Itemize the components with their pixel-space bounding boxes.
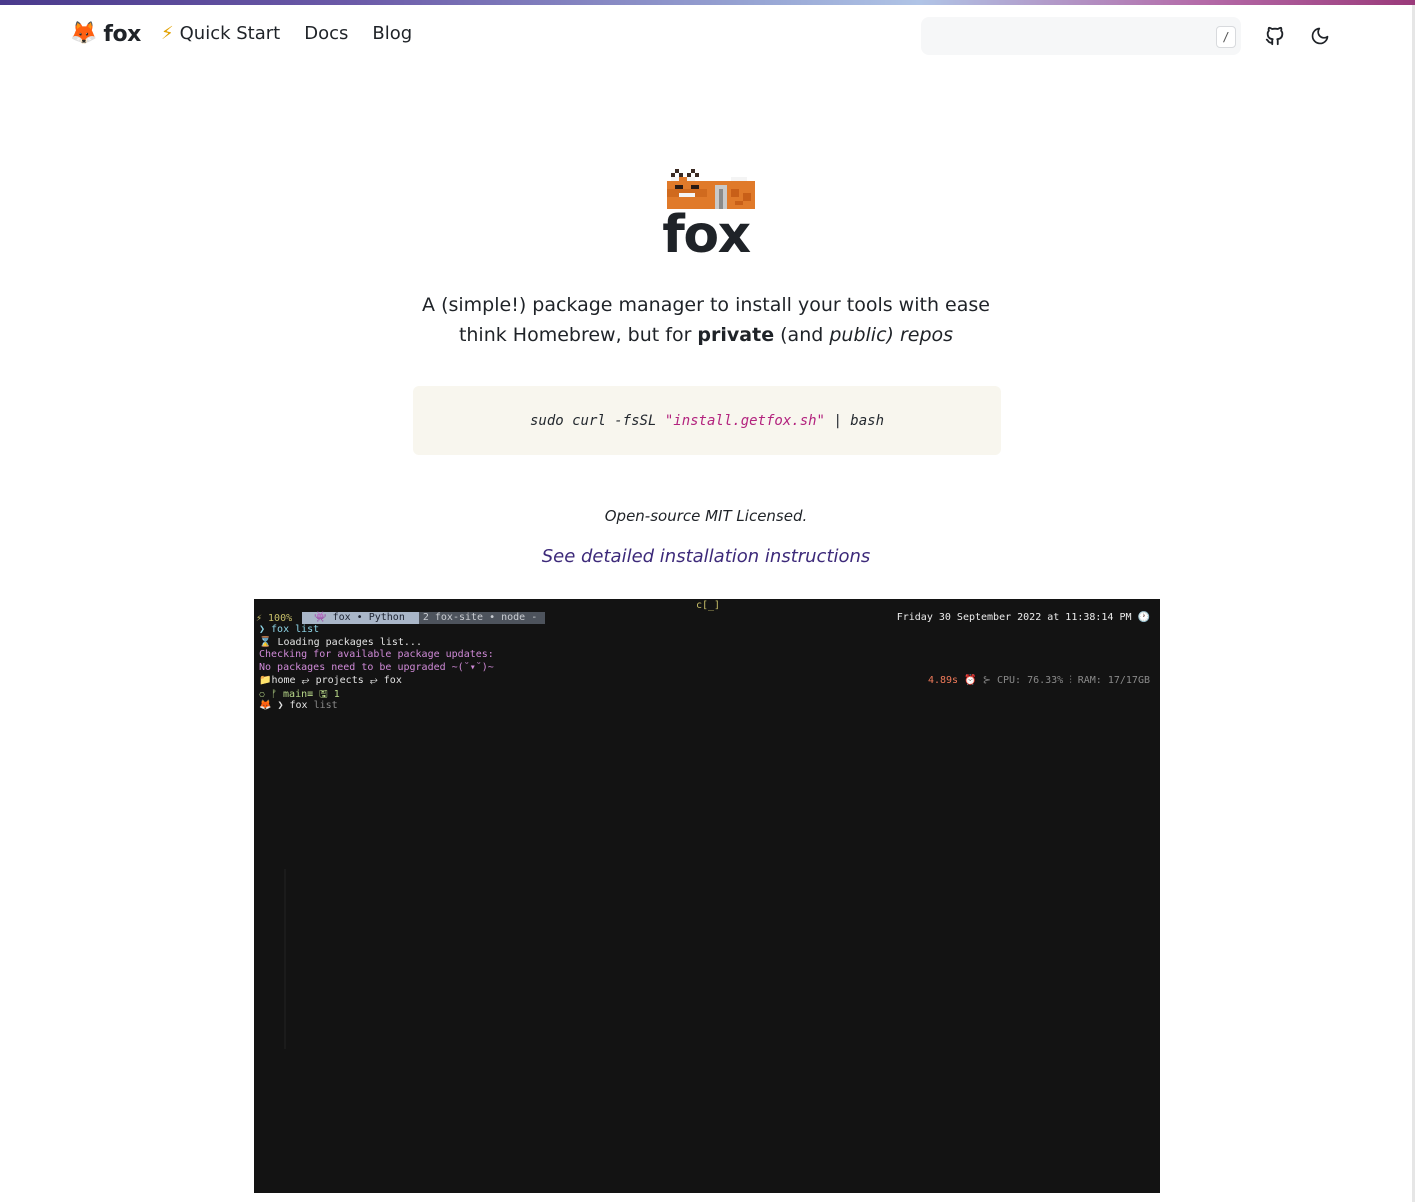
install-command[interactable]: sudo curl -fsSL "install.getfox.sh" | ba… bbox=[413, 386, 1001, 455]
tagline-line-1: A (simple!) package manager to install y… bbox=[422, 294, 990, 316]
terminal-tab-inactive: 2 fox-site • node - bbox=[418, 612, 546, 624]
brand-logo-link[interactable]: 🦊 fox bbox=[70, 21, 141, 47]
terminal-line: ❯ fox list bbox=[259, 624, 320, 635]
moon-icon[interactable] bbox=[1308, 24, 1332, 48]
terminal-line: No packages need to be upgraded ~(˘▾˘)~ bbox=[259, 662, 494, 673]
install-command-suffix: | bash bbox=[833, 412, 885, 429]
fox-logo-icon: 🦊 bbox=[70, 21, 98, 46]
tagline-italic: public) repos bbox=[829, 324, 954, 346]
tagline-line-2: think Homebrew, but for private (and pub… bbox=[0, 320, 1412, 350]
install-command-prefix: sudo curl -fsSL bbox=[529, 412, 657, 429]
search-shortcut-key: / bbox=[1216, 26, 1236, 48]
search-box: / bbox=[921, 17, 1241, 55]
terminal-line: Checking for available package updates: bbox=[259, 649, 494, 660]
terminal-line: 📁home ⥂ projects ⥂ fox bbox=[259, 675, 402, 686]
tagline-bold: private bbox=[697, 324, 775, 346]
brand-name: fox bbox=[103, 21, 141, 47]
installation-instructions-link[interactable]: See detailed installation instructions bbox=[0, 546, 1412, 567]
terminal-scroll-shadow bbox=[284, 869, 286, 1049]
terminal-status-bar: ⚡ 100% 👾 fox • Python 2 fox-site • node … bbox=[256, 612, 546, 624]
nav-blog[interactable]: Blog bbox=[372, 23, 412, 44]
lightning-icon: ⚡ bbox=[161, 23, 174, 44]
github-icon[interactable] bbox=[1263, 24, 1287, 48]
terminal-battery: ⚡ 100% bbox=[256, 612, 293, 624]
terminal-line: ⌛ Loading packages list... bbox=[259, 637, 422, 648]
tagline-mid: (and bbox=[774, 324, 830, 346]
hero-title: fox bbox=[662, 205, 751, 265]
terminal-stats: 4.89s ⏰ ⊱ CPU: 76.33% ⫶ RAM: 17/17GB bbox=[928, 675, 1150, 686]
terminal-prompt-command: 🦊 ❯ fox bbox=[259, 700, 308, 711]
navbar: 🦊 fox ⚡ Quick Start Docs Blog / bbox=[0, 5, 1412, 65]
terminal-stat-time: 4.89s bbox=[927, 675, 959, 686]
tagline-prefix: think Homebrew, but for bbox=[458, 324, 698, 346]
terminal-screenshot: c[_] ⚡ 100% 👾 fox • Python 2 fox-site • … bbox=[254, 599, 1160, 1193]
terminal-prompt-suggestion: list bbox=[307, 700, 338, 711]
terminal-tab-active: 👾 fox • Python bbox=[302, 612, 419, 624]
hero-tagline: A (simple!) package manager to install y… bbox=[0, 290, 1412, 350]
pixel-fox-icon bbox=[667, 169, 755, 209]
nav-quick-start[interactable]: ⚡ Quick Start bbox=[161, 23, 280, 44]
install-command-url: "install.getfox.sh" bbox=[664, 412, 825, 429]
terminal-stat-resources: ⏰ ⊱ CPU: 76.33% ⫶ RAM: 17/17GB bbox=[964, 675, 1150, 686]
nav-links: ⚡ Quick Start Docs Blog bbox=[161, 23, 412, 44]
search-input[interactable] bbox=[921, 17, 1241, 55]
terminal-datetime: Friday 30 September 2022 at 11:38:14 PM … bbox=[896, 612, 1150, 623]
terminal-prompt: 🦊 ❯ fox list bbox=[259, 700, 338, 711]
terminal-title: c[_] bbox=[696, 600, 721, 611]
license-text: Open-source MIT Licensed. bbox=[604, 507, 808, 525]
nav-docs[interactable]: Docs bbox=[304, 23, 348, 44]
nav-quick-start-label: Quick Start bbox=[179, 23, 281, 44]
